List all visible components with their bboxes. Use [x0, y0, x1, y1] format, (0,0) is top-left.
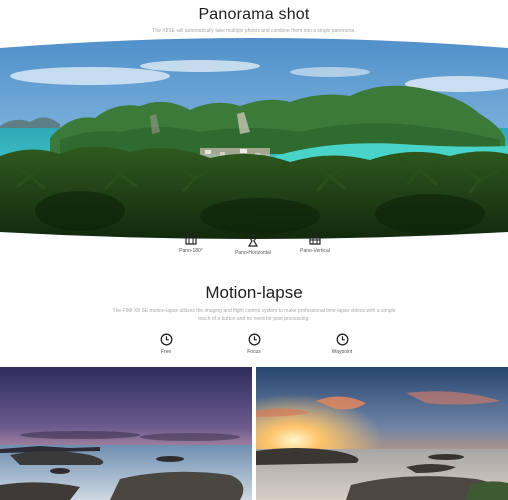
- free-mode: Free: [131, 333, 201, 355]
- sunset-photo-right: [256, 367, 508, 500]
- focus-mode: Focus: [219, 333, 289, 355]
- pano-vertical-mode: Pano-Vertical: [280, 235, 350, 254]
- waypoint-timer-icon: [336, 333, 348, 346]
- focus-label: Focus: [247, 349, 261, 355]
- panorama-image: [0, 38, 508, 239]
- sunset-photo-left: [0, 367, 252, 500]
- pano-180-mode: Pano-180°: [156, 235, 226, 254]
- panorama-description: The X8SE will automatically take multipl…: [152, 28, 356, 34]
- pano-180-icon: [185, 235, 197, 245]
- waypoint-mode: Waypoint: [307, 333, 377, 355]
- pano-vertical-label: Pano-Vertical: [300, 248, 330, 254]
- pano-horizontal-label: Pano-Horizontal: [235, 250, 271, 256]
- free-timer-icon: [160, 333, 172, 346]
- focus-timer-icon: [248, 333, 260, 346]
- motion-lapse-description: The FIMI X8 SE motion-lapse utilizes the…: [112, 308, 396, 322]
- panorama-title: Panorama shot: [198, 6, 310, 23]
- free-label: Free: [160, 349, 172, 355]
- pano-horizontal-icon: [248, 235, 258, 247]
- pano-horizontal-mode: Pano-Horizontal: [218, 235, 288, 256]
- waypoint-label: Waypoint: [331, 349, 353, 355]
- pano-vertical-icon: [309, 235, 321, 245]
- motion-lapse-title: Motion-lapse: [205, 283, 303, 302]
- pano-180-label: Pano-180°: [179, 248, 203, 254]
